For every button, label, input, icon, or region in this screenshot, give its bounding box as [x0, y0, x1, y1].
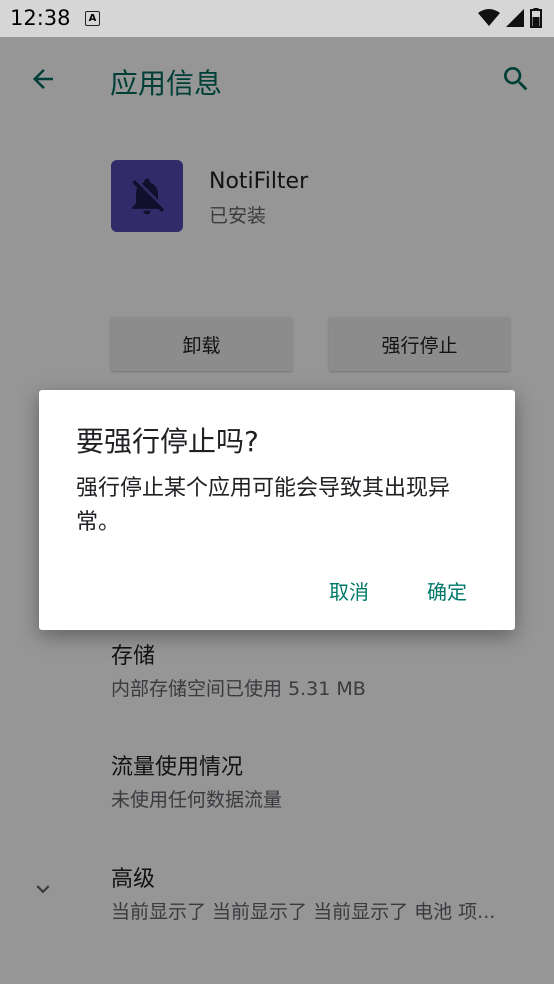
notification-a-icon: A [85, 11, 100, 26]
wifi-icon [478, 9, 500, 26]
dialog-message: 强行停止某个应用可能会导致其出现异常。 [76, 476, 451, 535]
cancel-button[interactable]: 取消 [325, 574, 373, 607]
dialog-title: 要强行停止吗? [76, 425, 259, 458]
force-stop-dialog: 要强行停止吗? 强行停止某个应用可能会导致其出现异常。 取消 确定 [39, 390, 515, 630]
status-icons [478, 8, 542, 28]
status-bar: 12:38 A [0, 0, 554, 37]
cellular-signal-icon [506, 9, 524, 27]
confirm-button[interactable]: 确定 [423, 574, 471, 607]
status-time: 12:38 [10, 6, 71, 30]
battery-icon [530, 8, 542, 28]
